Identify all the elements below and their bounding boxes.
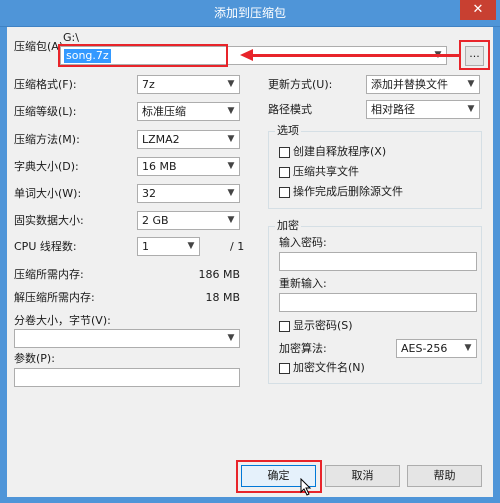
params-label: 参数(P): xyxy=(14,352,55,365)
browse-highlight xyxy=(459,40,490,70)
enc-method-label: 加密算法: xyxy=(279,342,327,355)
solid-value: 2 GB xyxy=(142,214,169,227)
mem-decomp-value: 18 MB xyxy=(205,291,240,304)
shared-checkbox[interactable] xyxy=(279,167,290,178)
options-title: 选项 xyxy=(275,124,301,138)
dict-select[interactable]: 16 MB ▼ xyxy=(137,157,240,176)
threads-total: / 1 xyxy=(230,240,245,253)
window-title: 添加到压缩包 xyxy=(213,6,286,20)
chevron-down-icon: ▼ xyxy=(464,343,472,353)
sfx-label: 创建自释放程序(X) xyxy=(293,145,387,158)
chevron-down-icon: ▼ xyxy=(227,188,235,198)
params-input[interactable] xyxy=(14,368,240,387)
window-frame-right xyxy=(493,27,500,503)
password-input[interactable] xyxy=(279,252,477,271)
mem-comp-value: 186 MB xyxy=(198,268,240,281)
sfx-checkbox[interactable] xyxy=(279,147,290,158)
delete-checkbox[interactable] xyxy=(279,187,290,198)
pathmode-select[interactable]: 相对路径 ▼ xyxy=(366,100,480,119)
enc-method-select[interactable]: AES-256 ▼ xyxy=(396,339,477,358)
pathmode-label: 路径模式 xyxy=(268,103,312,116)
password-label: 输入密码: xyxy=(279,236,327,249)
chevron-down-icon: ▼ xyxy=(227,215,235,225)
level-value: 标准压缩 xyxy=(142,105,186,118)
format-select[interactable]: 7z ▼ xyxy=(137,75,240,94)
shared-label: 压缩共享文件 xyxy=(293,165,359,178)
dict-value: 16 MB xyxy=(142,160,177,173)
chevron-down-icon: ▼ xyxy=(227,134,235,144)
encryption-title: 加密 xyxy=(275,219,301,233)
enc-method-value: AES-256 xyxy=(401,342,448,355)
word-label: 单词大小(W): xyxy=(14,187,82,200)
chevron-down-icon: ▼ xyxy=(227,79,235,89)
method-value: LZMA2 xyxy=(142,133,180,146)
chevron-down-icon: ▼ xyxy=(467,79,475,89)
chevron-down-icon: ▼ xyxy=(227,161,235,171)
update-value: 添加并替换文件 xyxy=(371,78,448,91)
word-select[interactable]: 32 ▼ xyxy=(137,184,240,203)
update-select[interactable]: 添加并替换文件 ▼ xyxy=(366,75,480,94)
chevron-down-icon: ▼ xyxy=(227,333,235,343)
encrypt-names-checkbox[interactable] xyxy=(279,363,290,374)
window-frame-bottom xyxy=(0,497,500,503)
threads-label: CPU 线程数: xyxy=(14,240,77,253)
annotation-arrow-head xyxy=(240,49,253,61)
pathmode-value: 相对路径 xyxy=(371,103,415,116)
chevron-down-icon: ▼ xyxy=(187,241,195,251)
mem-comp-label: 压缩所需内存: xyxy=(14,268,84,281)
word-value: 32 xyxy=(142,187,156,200)
dict-label: 字典大小(D): xyxy=(14,160,79,173)
method-select[interactable]: LZMA2 ▼ xyxy=(137,130,240,149)
archive-name-highlight xyxy=(58,44,228,67)
solid-label: 固实数据大小: xyxy=(14,214,84,227)
repeat-password-label: 重新输入: xyxy=(279,277,327,290)
encrypt-names-label: 加密文件名(N) xyxy=(293,361,365,374)
cancel-button[interactable]: 取消 xyxy=(325,465,400,487)
method-label: 压缩方法(M): xyxy=(14,133,80,146)
annotation-arrow-line xyxy=(252,54,460,57)
format-value: 7z xyxy=(142,78,155,91)
window-frame-left xyxy=(0,27,7,503)
chevron-down-icon: ▼ xyxy=(227,106,235,116)
mem-decomp-label: 解压缩所需内存: xyxy=(14,291,95,304)
threads-select[interactable]: 1 ▼ xyxy=(137,237,200,256)
show-password-label: 显示密码(S) xyxy=(293,319,353,332)
threads-value: 1 xyxy=(142,240,149,253)
volume-label: 分卷大小，字节(V): xyxy=(14,314,111,327)
level-select[interactable]: 标准压缩 ▼ xyxy=(137,102,240,121)
archive-label: 压缩包(A) xyxy=(14,40,64,53)
show-password-checkbox[interactable] xyxy=(279,321,290,332)
update-label: 更新方式(U): xyxy=(268,78,333,91)
level-label: 压缩等级(L): xyxy=(14,105,77,118)
close-button[interactable]: ✕ xyxy=(460,0,496,20)
close-icon: ✕ xyxy=(472,2,484,17)
delete-label: 操作完成后删除源文件 xyxy=(293,185,403,198)
chevron-down-icon: ▼ xyxy=(467,104,475,114)
volume-select[interactable]: ▼ xyxy=(14,329,240,348)
archive-path-prefix: G:\ xyxy=(63,31,79,44)
solid-select[interactable]: 2 GB ▼ xyxy=(137,211,240,230)
format-label: 压缩格式(F): xyxy=(14,78,77,91)
help-button[interactable]: 帮助 xyxy=(407,465,482,487)
mouse-cursor-icon xyxy=(300,478,312,496)
repeat-password-input[interactable] xyxy=(279,293,477,312)
